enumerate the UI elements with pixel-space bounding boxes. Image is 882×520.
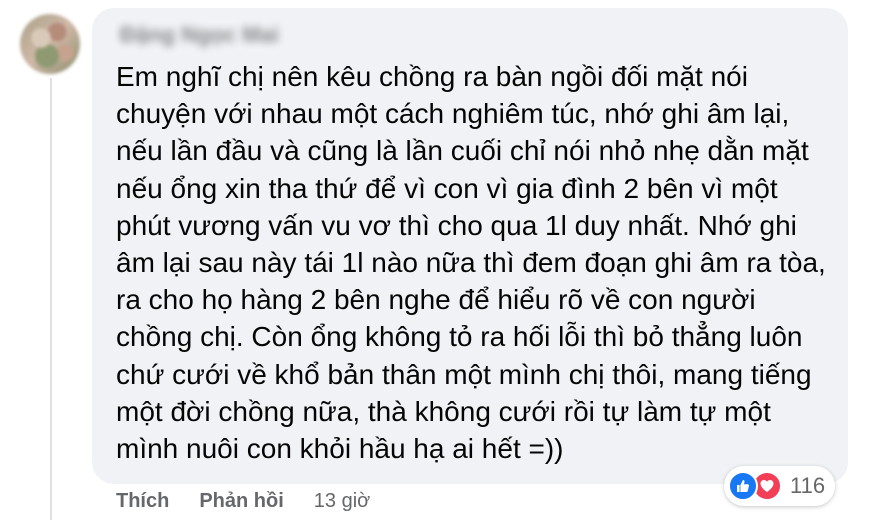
comment-line: chuyện với nhau một cách nghiêm túc, nhớ… (116, 98, 790, 130)
like-button[interactable]: Thích (116, 490, 169, 513)
comment-thread: Đặng Ngọc Mai Em nghĩ chị nên kêu chồng … (0, 0, 882, 520)
comment-line: chứ cưới về khổ bản thân một mình chị th… (116, 358, 812, 390)
comment-line: phút vương vấn vu vơ thì cho qua 1l duy … (116, 209, 797, 241)
comment-bubble: Đặng Ngọc Mai Em nghĩ chị nên kêu chồng … (92, 8, 848, 484)
reaction-summary[interactable]: 116 (724, 466, 836, 506)
comment-line: ra cho họ hàng 2 bên nghe để hiểu rõ về … (116, 284, 756, 316)
reply-button[interactable]: Phản hồi (199, 490, 283, 513)
thread-connector-line (50, 78, 52, 520)
comment-line: Em nghĩ chị nên kêu chồng ra bàn ngồi đố… (116, 61, 748, 92)
comment-line: chồng chị. Còn ổng không tỏ ra hối lỗi t… (116, 321, 803, 353)
comment-line: mình nuôi con khỏi hầu hạ ai hết =)) (116, 433, 564, 465)
comment-author-name[interactable]: Đặng Ngọc Mai (120, 22, 280, 48)
timestamp[interactable]: 13 giờ (314, 490, 370, 513)
like-icon (728, 471, 758, 501)
comment-line: nếu ổng xin tha thứ để vì con vì gia đìn… (116, 172, 778, 204)
avatar[interactable] (20, 14, 80, 74)
comment-line: nếu lần đầu và cũng là lần cuối chỉ nói … (116, 135, 809, 167)
comment-body: Em nghĩ chị nên kêu chồng ra bàn ngồi đố… (116, 58, 832, 467)
reaction-count: 116 (790, 473, 826, 498)
comment-line: một đời chồng nữa, thà không cưới rồi tự… (116, 395, 771, 427)
comment-line: âm lại sau này tái 1l nào nữa thì đem đo… (116, 247, 826, 279)
comment-actions: Thích Phản hồi 13 giờ (116, 486, 370, 516)
